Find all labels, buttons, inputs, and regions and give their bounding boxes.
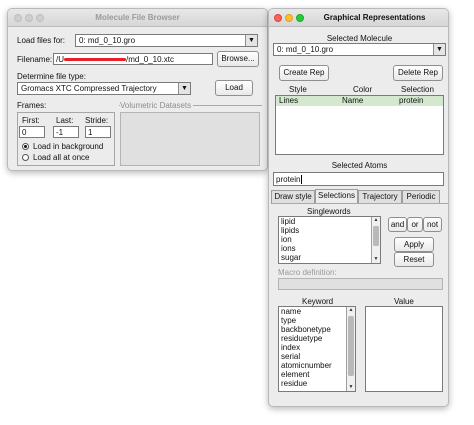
list-item[interactable]: residue bbox=[279, 379, 355, 388]
scroll-up-icon[interactable]: ▲ bbox=[372, 217, 380, 224]
stride-input[interactable]: 1 bbox=[85, 126, 111, 138]
tab-draw-style[interactable]: Draw style bbox=[271, 190, 315, 203]
list-item[interactable]: serial bbox=[279, 352, 355, 361]
scroll-down-icon[interactable]: ▼ bbox=[347, 384, 355, 391]
load-background-radio[interactable] bbox=[22, 143, 29, 150]
selected-molecule-label: Selected Molecule bbox=[326, 34, 393, 43]
column-header-selection: Selection bbox=[401, 85, 434, 94]
apply-button[interactable]: Apply bbox=[394, 237, 434, 252]
value-list[interactable] bbox=[365, 306, 443, 392]
determine-type-label: Determine file type: bbox=[17, 72, 86, 81]
title-bar[interactable]: Graphical Representations bbox=[269, 9, 448, 27]
load-all-radio[interactable] bbox=[22, 154, 29, 161]
tab-divider bbox=[271, 203, 448, 204]
volumetric-label: Volumetric Datasets bbox=[120, 101, 194, 110]
or-button[interactable]: or bbox=[407, 217, 423, 232]
scroll-up-icon[interactable]: ▲ bbox=[347, 307, 355, 314]
load-button[interactable]: Load bbox=[215, 80, 253, 96]
stride-label: Stride: bbox=[85, 116, 109, 125]
minimize-icon[interactable] bbox=[285, 14, 293, 22]
reset-button[interactable]: Reset bbox=[394, 252, 434, 267]
close-icon[interactable] bbox=[274, 14, 282, 22]
filename-label: Filename: bbox=[17, 55, 53, 64]
list-item[interactable]: lipid bbox=[279, 217, 380, 226]
delete-rep-button[interactable]: Delete Rep bbox=[393, 65, 443, 81]
window-title: Graphical Representations bbox=[323, 13, 426, 22]
list-item[interactable]: backbonetype bbox=[279, 325, 355, 334]
list-item[interactable]: atomicnumber bbox=[279, 361, 355, 370]
volumetric-panel bbox=[120, 112, 260, 166]
filename-prefix: /U bbox=[56, 55, 64, 64]
zoom-icon[interactable] bbox=[36, 14, 44, 22]
and-button[interactable]: and bbox=[388, 217, 407, 232]
minimize-icon[interactable] bbox=[25, 14, 33, 22]
column-header-color: Color bbox=[353, 85, 373, 94]
list-item[interactable]: sugar bbox=[279, 253, 380, 262]
tab-periodic[interactable]: Periodic bbox=[402, 190, 440, 203]
keyword-scrollbar[interactable]: ▲ ▼ bbox=[346, 307, 355, 391]
singlewords-label: Singlewords bbox=[307, 207, 351, 216]
list-item[interactable]: element bbox=[279, 370, 355, 379]
selected-atoms-input[interactable]: protein bbox=[273, 172, 444, 186]
last-frame-input[interactable]: -1 bbox=[53, 126, 79, 138]
list-item[interactable]: name bbox=[279, 307, 355, 316]
selected-atoms-value: protein bbox=[276, 175, 301, 184]
filename-suffix: /md_0_10.xtc bbox=[126, 55, 175, 64]
filename-input[interactable]: /U/md_0_10.xtc bbox=[53, 53, 213, 65]
chevron-down-icon: ▼ bbox=[245, 35, 257, 46]
load-files-label: Load files for: bbox=[17, 36, 66, 45]
molecule-file-browser-window: Molecule File Browser Load files for: 0:… bbox=[7, 8, 268, 171]
window-title: Molecule File Browser bbox=[95, 13, 180, 22]
keyword-label: Keyword bbox=[302, 297, 334, 306]
graphical-representations-window: Graphical Representations Selected Molec… bbox=[268, 8, 449, 407]
list-item[interactable]: residuetype bbox=[279, 334, 355, 343]
zoom-icon[interactable] bbox=[296, 14, 304, 22]
tab-selections[interactable]: Selections bbox=[315, 189, 358, 203]
scroll-down-icon[interactable]: ▼ bbox=[372, 256, 380, 263]
list-item[interactable]: ion bbox=[279, 235, 380, 244]
macro-definition-label: Macro definition: bbox=[278, 268, 337, 277]
browse-button[interactable]: Browse... bbox=[217, 51, 259, 67]
singlewords-list[interactable]: lipid lipids ion ions sugar ▲ ▼ bbox=[278, 216, 381, 264]
value-label: Value bbox=[394, 297, 414, 306]
last-label: Last: bbox=[56, 116, 74, 125]
column-header-style: Style bbox=[289, 85, 307, 94]
create-rep-button[interactable]: Create Rep bbox=[279, 65, 329, 81]
frames-label: Frames: bbox=[17, 101, 47, 110]
singlewords-scrollbar[interactable]: ▲ ▼ bbox=[371, 217, 380, 263]
reps-table[interactable]: Lines Name protein bbox=[275, 95, 444, 155]
row-style: Lines bbox=[279, 96, 299, 105]
text-cursor bbox=[301, 175, 303, 185]
load-files-dropdown[interactable]: 0: md_0_10.gro ▼ bbox=[75, 34, 258, 47]
tab-trajectory[interactable]: Trajectory bbox=[358, 190, 402, 203]
selected-molecule-value: 0: md_0_10.gro bbox=[277, 45, 334, 54]
first-label: First: bbox=[22, 116, 40, 125]
chevron-down-icon: ▼ bbox=[433, 44, 445, 55]
first-frame-input[interactable]: 0 bbox=[19, 126, 45, 138]
list-item[interactable]: ions bbox=[279, 244, 380, 253]
selected-atoms-label: Selected Atoms bbox=[331, 161, 388, 170]
load-files-value: 0: md_0_10.gro bbox=[79, 36, 136, 45]
load-background-label: Load in background bbox=[33, 142, 104, 151]
load-all-label: Load all at once bbox=[33, 153, 90, 162]
row-selection: protein bbox=[399, 96, 424, 105]
file-type-value: Gromacs XTC Compressed Trajectory bbox=[21, 84, 157, 93]
redaction-mark bbox=[64, 58, 126, 62]
scrollbar-thumb[interactable] bbox=[348, 316, 354, 376]
not-button[interactable]: not bbox=[423, 217, 442, 232]
row-color: Name bbox=[342, 96, 364, 105]
chevron-down-icon: ▼ bbox=[178, 83, 190, 94]
list-item[interactable]: type bbox=[279, 316, 355, 325]
list-item[interactable]: index bbox=[279, 343, 355, 352]
title-bar[interactable]: Molecule File Browser bbox=[8, 9, 267, 27]
file-type-dropdown[interactable]: Gromacs XTC Compressed Trajectory ▼ bbox=[17, 82, 191, 95]
scrollbar-thumb[interactable] bbox=[373, 226, 379, 246]
keyword-list[interactable]: name type backbonetype residuetype index… bbox=[278, 306, 356, 392]
macro-definition-input[interactable] bbox=[278, 278, 443, 290]
table-row[interactable]: Lines Name protein bbox=[276, 96, 443, 106]
close-icon[interactable] bbox=[14, 14, 22, 22]
selected-molecule-dropdown[interactable]: 0: md_0_10.gro ▼ bbox=[273, 43, 446, 56]
list-item[interactable]: lipids bbox=[279, 226, 380, 235]
